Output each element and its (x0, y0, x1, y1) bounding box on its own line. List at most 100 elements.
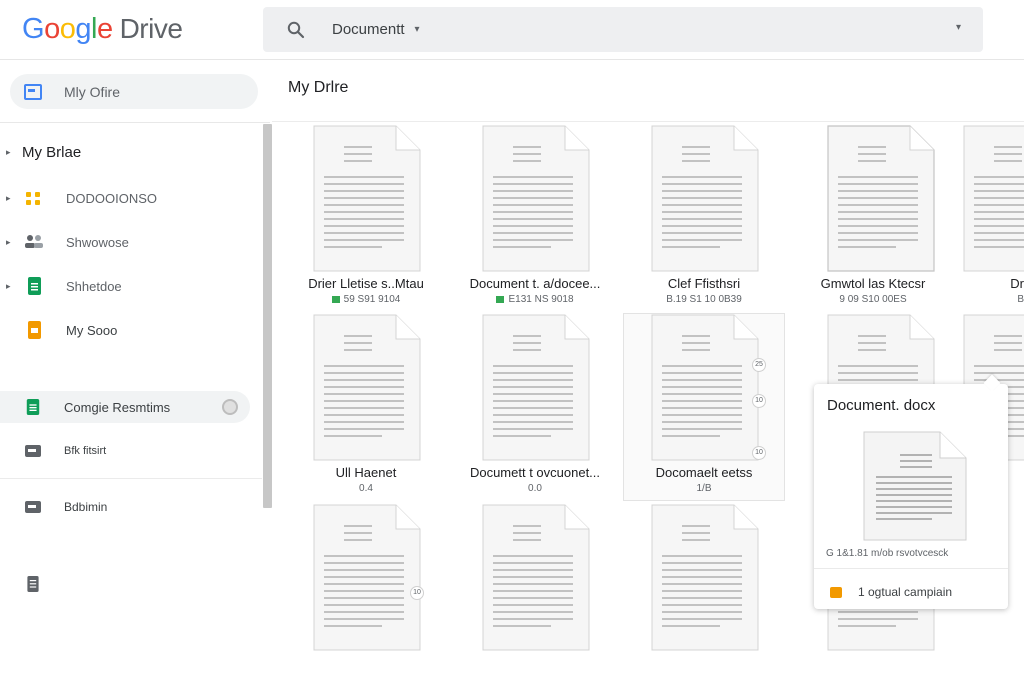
sheets-icon (28, 277, 41, 295)
logo-letter: g (75, 12, 91, 45)
logo-letter: G (22, 12, 45, 45)
card-menu-dot[interactable]: 25 (752, 358, 766, 372)
file-name: Document t. a/docee... (469, 276, 601, 291)
document-thumbnail (482, 314, 590, 461)
file-meta-text: E131 NS 9018 (508, 294, 574, 305)
file-meta-text: B (1017, 294, 1024, 305)
tree-my-drive[interactable]: ▸ My Brlae (6, 144, 81, 161)
nav-item[interactable]: Bdbimin (0, 491, 250, 523)
file-meta: E131 NS 9018 (455, 294, 615, 305)
file-name: Drier Lletise s..Mtau (308, 276, 424, 291)
search-icon[interactable] (285, 19, 307, 41)
file-name: Clef Ffisthsri (667, 276, 741, 291)
file-meta: 0.0 (455, 483, 615, 494)
file-meta: B.19 S1 10 0B39 (624, 294, 784, 305)
sheets-icon (496, 295, 505, 303)
tree-item-label: Shwowose (66, 234, 129, 250)
nav-item-label: Bfk fitsirt (64, 445, 107, 457)
divider (0, 478, 262, 479)
logo-letter: o (59, 12, 76, 45)
document-thumbnail (313, 125, 421, 272)
logo-letter: o (44, 12, 60, 45)
nav-item-label: Bdbimin (64, 500, 108, 514)
file-name: Dr (1010, 276, 1024, 291)
document-thumbnail (863, 431, 967, 541)
nav-item[interactable] (0, 568, 250, 600)
tree-item-label: DODOOIONSO (66, 190, 158, 206)
file-meta: 1/B (624, 483, 784, 494)
my-drive-label: Mly Ofire (64, 83, 120, 100)
tree-item[interactable]: ▸ DODOOIONSO (6, 187, 157, 209)
sidebar-scrollbar[interactable] (263, 124, 272, 508)
my-drive-button[interactable]: Mly Ofire (10, 74, 258, 109)
document-thumbnail (482, 125, 590, 272)
people-icon (25, 235, 43, 248)
chevron-down-icon[interactable]: ▾ (415, 24, 420, 35)
sheets-icon (331, 295, 340, 303)
file-card[interactable]: Drier Lletise s..Mtau 59 S91 9104 (286, 125, 446, 311)
file-meta-text: B.19 S1 10 0B39 (666, 294, 742, 305)
preview-action-button[interactable]: 1 ogtual campiain (830, 585, 952, 599)
divider (0, 122, 270, 123)
slides-icon (28, 321, 41, 339)
sheets-icon (26, 399, 40, 415)
file-meta: 0.4 (286, 483, 446, 494)
nav-item[interactable]: Bfk fitsirt (0, 435, 250, 467)
document-thumbnail (313, 504, 421, 651)
file-name: Ull Haenet (335, 465, 397, 480)
tree-item[interactable]: ▸ Shhetdoe (6, 275, 122, 297)
logo-letter: e (96, 12, 113, 45)
divider (814, 568, 1008, 569)
drive-icon (24, 83, 42, 100)
file-meta-text: 0.0 (528, 483, 542, 494)
tree-item[interactable]: ▸ Shwowose (6, 231, 129, 253)
shared-folder-icon (26, 192, 40, 205)
nav-item-resources[interactable]: Comgie Resmtims (0, 391, 250, 423)
top-bar: G o o g l e Drive Documentt ▾ ▾ (0, 0, 1024, 60)
expand-arrow-icon[interactable]: ▸ (6, 193, 22, 204)
search-options-dropdown-icon[interactable]: ▾ (956, 22, 961, 33)
file-meta-text: 9 09 S10 00ES (839, 294, 907, 305)
tree-item-label: Shhetdoe (66, 278, 122, 294)
document-thumbnail (651, 125, 759, 272)
file-meta: 9 09 S10 00ES (793, 294, 953, 305)
file-card[interactable]: Ull Haenet 0.4 (286, 314, 446, 500)
card-menu-dot[interactable]: 10 (410, 586, 424, 600)
search-input[interactable]: Documentt (332, 21, 405, 38)
tree-item-label: My Sooo (66, 322, 118, 338)
storage-icon (25, 445, 41, 457)
file-card[interactable]: Document t. a/docee... E131 NS 9018 (455, 125, 615, 311)
file-meta-text: 0.4 (359, 483, 373, 494)
file-card[interactable]: Documett t ovcuonet... 0.0 (455, 314, 615, 500)
tree-item[interactable]: My Sooo (6, 319, 117, 341)
nav-item-label: Comgie Resmtims (64, 399, 171, 415)
file-name: Gmwtol las Ktecsr (820, 276, 926, 291)
document-icon (27, 576, 39, 592)
file-card[interactable]: Gmwtol las Ktecsr 9 09 S10 00ES (793, 125, 953, 311)
document-thumbnail (482, 504, 590, 651)
document-thumbnail (651, 314, 759, 461)
expand-arrow-icon[interactable]: ▸ (6, 237, 22, 248)
expand-arrow-icon[interactable]: ▸ (6, 281, 22, 292)
sidebar: Mly Ofire ▸ My Brlae ▸ DODOOIONSO ▸ Shwo… (0, 60, 272, 626)
file-card[interactable]: Dr B (962, 125, 1024, 311)
slides-icon (830, 586, 842, 598)
file-name: Docomaelt eetss (655, 465, 753, 480)
preview-action-label: 1 ogtual campiain (858, 585, 953, 599)
search-bar[interactable]: Documentt ▾ ▾ (263, 7, 983, 52)
file-preview-popover[interactable]: Document. docx G 1&1.81 m/ob rsvotvcesck… (814, 384, 1008, 609)
google-drive-logo[interactable]: G o o g l e Drive (22, 12, 183, 46)
file-card[interactable] (455, 504, 615, 690)
file-card[interactable] (624, 504, 784, 690)
storage-icon (25, 501, 41, 513)
status-badge (222, 399, 238, 415)
document-thumbnail (313, 314, 421, 461)
card-menu-dot[interactable]: 10 (752, 446, 766, 460)
file-card[interactable]: Clef Ffisthsri B.19 S1 10 0B39 (624, 125, 784, 311)
file-meta: 59 S91 9104 (286, 294, 446, 305)
expand-arrow-icon[interactable]: ▸ (6, 147, 22, 158)
preview-title: Document. docx (827, 397, 936, 414)
card-menu-dot[interactable]: 10 (752, 394, 766, 408)
file-meta-text: 1/B (696, 483, 712, 494)
document-thumbnail (963, 125, 1024, 272)
